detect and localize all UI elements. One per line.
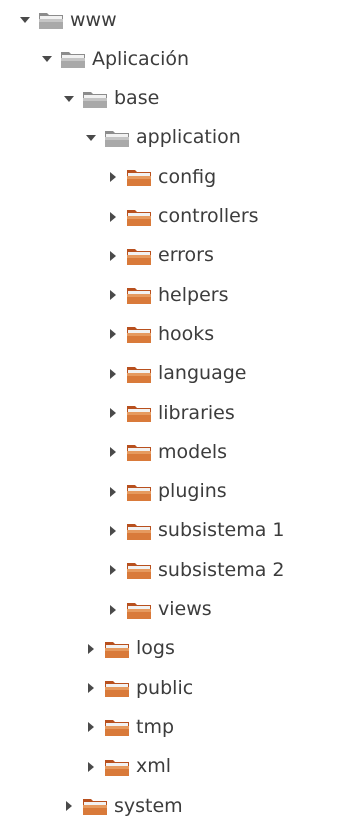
collapsed-arrow-icon[interactable] bbox=[106, 406, 120, 420]
folder-icon bbox=[104, 717, 130, 737]
tree-row-plugins[interactable]: plugins bbox=[106, 474, 227, 510]
tree-row-application[interactable]: application bbox=[84, 120, 241, 156]
tree-row-public[interactable]: public bbox=[84, 670, 193, 706]
tree-item-label: language bbox=[158, 362, 247, 385]
collapsed-arrow-icon[interactable] bbox=[84, 760, 98, 774]
folder-icon bbox=[126, 207, 152, 227]
collapsed-arrow-icon[interactable] bbox=[106, 249, 120, 263]
folder-icon bbox=[104, 639, 130, 659]
folder-icon bbox=[126, 482, 152, 502]
tree-row-controllers[interactable]: controllers bbox=[106, 199, 259, 235]
folder-icon bbox=[104, 757, 130, 777]
tree-item-label: models bbox=[158, 440, 228, 463]
tree-row-subsistema-2[interactable]: subsistema 2 bbox=[106, 552, 285, 588]
tree-row-system[interactable]: system bbox=[62, 788, 183, 824]
collapsed-arrow-icon[interactable] bbox=[106, 603, 120, 617]
folder-icon bbox=[126, 442, 152, 462]
folder-icon bbox=[126, 521, 152, 541]
expanded-arrow-icon[interactable] bbox=[40, 52, 54, 66]
tree-item-label: Aplicación bbox=[92, 47, 190, 70]
collapsed-arrow-icon[interactable] bbox=[84, 681, 98, 695]
tree-item-label: libraries bbox=[158, 401, 235, 424]
tree-row-xml[interactable]: xml bbox=[84, 749, 171, 785]
tree-row-models[interactable]: models bbox=[106, 434, 227, 470]
collapsed-arrow-icon[interactable] bbox=[106, 524, 120, 538]
folder-icon bbox=[38, 10, 64, 30]
tree-item-label: controllers bbox=[158, 205, 259, 227]
tree-row-aplicacion[interactable]: Aplicación bbox=[40, 41, 189, 77]
folder-icon bbox=[104, 678, 130, 698]
folder-icon bbox=[126, 364, 152, 384]
tree-item-label: hooks bbox=[158, 322, 215, 345]
folder-tree: www Aplicación base application config c… bbox=[0, 0, 347, 832]
collapsed-arrow-icon[interactable] bbox=[62, 799, 76, 813]
tree-row-language[interactable]: language bbox=[106, 356, 246, 392]
folder-icon bbox=[126, 285, 152, 305]
tree-item-label: base bbox=[114, 87, 160, 110]
tree-row-base[interactable]: base bbox=[62, 81, 159, 117]
tree-item-label: xml bbox=[136, 755, 172, 778]
tree-item-label: application bbox=[136, 126, 241, 149]
tree-item-label: helpers bbox=[158, 283, 229, 306]
folder-icon bbox=[126, 246, 152, 266]
collapsed-arrow-icon[interactable] bbox=[106, 485, 120, 499]
tree-row-config[interactable]: config bbox=[106, 159, 216, 195]
tree-item-label: plugins bbox=[158, 480, 227, 503]
collapsed-arrow-icon[interactable] bbox=[106, 327, 120, 341]
tree-item-label: views bbox=[158, 598, 212, 620]
folder-icon bbox=[82, 89, 108, 109]
tree-item-label: tmp bbox=[136, 715, 175, 738]
tree-row-views[interactable]: views bbox=[106, 592, 212, 628]
tree-item-label: config bbox=[158, 165, 217, 188]
collapsed-arrow-icon[interactable] bbox=[106, 170, 120, 184]
folder-icon bbox=[126, 403, 152, 423]
expanded-arrow-icon[interactable] bbox=[62, 92, 76, 106]
collapsed-arrow-icon[interactable] bbox=[106, 563, 120, 577]
collapsed-arrow-icon[interactable] bbox=[106, 288, 120, 302]
tree-item-label: subsistema 2 bbox=[158, 558, 285, 581]
tree-row-subsistema-1[interactable]: subsistema 1 bbox=[106, 513, 285, 549]
expanded-arrow-icon[interactable] bbox=[18, 13, 32, 27]
tree-row-libraries[interactable]: libraries bbox=[106, 395, 235, 431]
folder-icon bbox=[126, 167, 152, 187]
collapsed-arrow-icon[interactable] bbox=[106, 445, 120, 459]
tree-row-hooks[interactable]: hooks bbox=[106, 316, 214, 352]
folder-icon bbox=[126, 560, 152, 580]
tree-row-www[interactable]: www bbox=[18, 2, 117, 38]
tree-item-label: subsistema 1 bbox=[158, 519, 285, 542]
folder-icon bbox=[60, 49, 86, 69]
tree-row-helpers[interactable]: helpers bbox=[106, 277, 228, 313]
tree-item-label: errors bbox=[158, 244, 214, 267]
tree-item-label: system bbox=[114, 794, 183, 817]
tree-row-errors[interactable]: errors bbox=[106, 238, 214, 274]
folder-icon bbox=[104, 128, 130, 148]
tree-item-label: public bbox=[136, 676, 194, 699]
collapsed-arrow-icon[interactable] bbox=[106, 367, 120, 381]
folder-icon bbox=[126, 324, 152, 344]
folder-icon bbox=[126, 600, 152, 620]
tree-item-label: logs bbox=[136, 637, 175, 660]
tree-row-tmp[interactable]: tmp bbox=[84, 709, 174, 745]
collapsed-arrow-icon[interactable] bbox=[84, 642, 98, 656]
tree-row-logs[interactable]: logs bbox=[84, 631, 175, 667]
folder-icon bbox=[82, 796, 108, 816]
collapsed-arrow-icon[interactable] bbox=[106, 210, 120, 224]
collapsed-arrow-icon[interactable] bbox=[84, 720, 98, 734]
tree-item-label: www bbox=[70, 8, 117, 31]
expanded-arrow-icon[interactable] bbox=[84, 131, 98, 145]
